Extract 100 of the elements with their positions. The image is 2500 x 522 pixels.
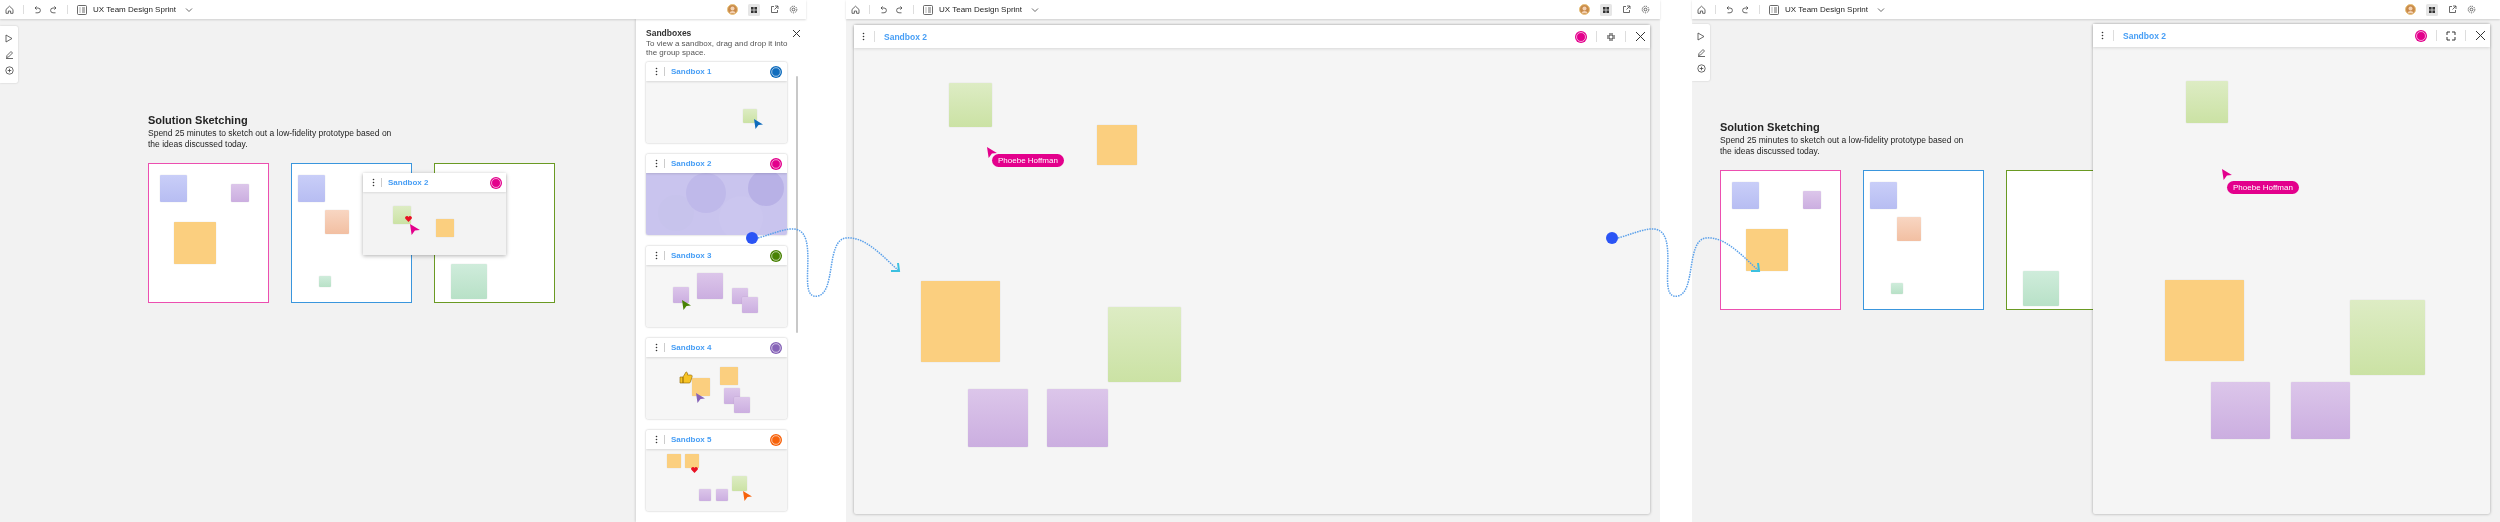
sandbox-card[interactable]: Sandbox 1 — [646, 62, 787, 143]
user-avatar[interactable] — [2405, 4, 2416, 15]
sticky-note — [1732, 182, 1759, 209]
home-icon[interactable] — [1697, 5, 1706, 14]
sticky-note — [2211, 382, 2270, 439]
undo-icon[interactable] — [1725, 5, 1733, 14]
sandbox-title: Sandbox 3 — [671, 251, 713, 260]
collapse-icon[interactable] — [1606, 31, 1616, 42]
sticky-note — [436, 219, 454, 237]
preview-title: Sandbox 2 — [388, 178, 430, 187]
sticky-note — [699, 489, 711, 501]
cursor-icon — [682, 300, 691, 310]
sticky-note — [716, 489, 728, 501]
redo-icon[interactable] — [896, 5, 904, 14]
panel-title: Sandboxes — [646, 28, 692, 38]
sticky-note — [1897, 217, 1921, 241]
sticky-note — [1047, 389, 1108, 447]
sandbox-title: Sandbox 4 — [671, 343, 713, 352]
share-icon[interactable] — [2448, 5, 2457, 14]
avatar-icon — [1575, 30, 1587, 43]
settings-icon[interactable] — [1641, 5, 1650, 14]
sticky-note — [319, 276, 331, 287]
sticky-note — [393, 206, 411, 224]
window-title: Sandbox 2 — [2123, 30, 2167, 41]
pointer-icon[interactable] — [1697, 31, 1705, 41]
cursor-icon — [743, 491, 752, 501]
sandbox-card[interactable]: Sandbox 2 — [646, 154, 787, 235]
user-avatar[interactable] — [727, 4, 738, 15]
pointer-icon[interactable] — [5, 33, 13, 43]
board-heading: Solution Sketching — [148, 114, 249, 127]
sandbox-title: Sandbox 2 — [671, 159, 713, 168]
share-icon[interactable] — [770, 5, 779, 14]
sticky-note — [720, 367, 738, 385]
home-icon[interactable] — [851, 5, 860, 14]
pen-icon[interactable] — [1696, 48, 1706, 57]
cursor-icon — [987, 147, 997, 158]
sticky-note — [1870, 182, 1897, 209]
sticky-note — [2023, 271, 2059, 306]
sticky-note — [2291, 382, 2350, 439]
settings-icon[interactable] — [2467, 5, 2476, 14]
window-title: Sandbox 2 — [884, 31, 928, 42]
sticky-note — [685, 454, 699, 468]
undo-icon[interactable] — [879, 5, 887, 14]
avatar-icon — [490, 176, 502, 189]
sandbox-card[interactable]: Sandbox 3 — [646, 246, 787, 327]
sticky-note — [692, 378, 710, 396]
close-icon[interactable] — [792, 28, 801, 38]
expand-icon[interactable] — [2446, 30, 2456, 41]
sticky-note — [1746, 229, 1788, 271]
sticky-note — [1803, 191, 1821, 209]
sandbox-card[interactable]: Sandbox 5 — [646, 430, 787, 511]
grid-icon[interactable] — [1600, 3, 1612, 16]
list-icon[interactable] — [923, 4, 933, 15]
sandbox-title: Sandbox 1 — [671, 67, 713, 76]
user-avatar[interactable] — [1579, 4, 1590, 15]
board-description: Spend 25 minutes to sketch out a low-fidelity prototype based on the ideas discussed today. — [1720, 135, 1965, 157]
cursor-icon — [410, 224, 420, 235]
sticky-note — [160, 175, 187, 202]
grid-icon[interactable] — [748, 3, 760, 16]
sticky-note — [734, 397, 750, 413]
close-icon[interactable] — [2475, 30, 2486, 41]
name-tag: Phoebe Hoffman — [2227, 181, 2299, 194]
grid-icon[interactable] — [2426, 3, 2438, 16]
settings-icon[interactable] — [789, 5, 798, 14]
close-icon[interactable] — [1635, 31, 1646, 42]
sticky-note — [742, 297, 758, 313]
sticky-note — [298, 175, 325, 202]
board-title[interactable]: UX Team Design Sprint — [93, 5, 176, 14]
sticky-note — [451, 264, 487, 299]
redo-icon[interactable] — [50, 5, 58, 14]
add-circle-icon[interactable] — [1696, 64, 1706, 74]
heart-icon — [691, 467, 698, 473]
avatar-icon — [2415, 29, 2427, 42]
sandbox-card[interactable]: Sandbox 4 — [646, 338, 787, 419]
pen-icon[interactable] — [4, 50, 14, 59]
cursor-icon — [696, 393, 705, 403]
share-icon[interactable] — [1622, 5, 1631, 14]
list-icon[interactable] — [77, 4, 87, 15]
cursor-icon — [754, 119, 763, 129]
sticky-note — [1097, 125, 1137, 165]
cursor-icon — [2222, 169, 2232, 180]
home-icon[interactable] — [5, 5, 14, 14]
sticky-note — [673, 287, 689, 303]
undo-icon[interactable] — [33, 5, 41, 14]
sticky-note — [325, 210, 349, 234]
panel-hint: To view a sandbox, drag and drop it into the group space. — [646, 39, 789, 57]
name-tag: Phoebe Hoffman — [992, 154, 1064, 167]
add-circle-icon[interactable] — [4, 66, 14, 76]
scrollbar[interactable] — [796, 76, 798, 333]
sticky-note — [231, 184, 249, 202]
heart-icon — [405, 216, 412, 222]
sandbox-preview-card[interactable]: Sandbox 2 — [363, 173, 506, 255]
sticky-note — [697, 273, 723, 299]
board-title[interactable]: UX Team Design Sprint — [939, 5, 1022, 14]
board-description: Spend 25 minutes to sketch out a low-fidelity prototype based on the ideas discussed today. — [148, 128, 393, 150]
board-title[interactable]: UX Team Design Sprint — [1785, 5, 1868, 14]
list-icon[interactable] — [1769, 4, 1779, 15]
sticky-note — [732, 476, 747, 491]
sticky-note — [667, 454, 681, 468]
redo-icon[interactable] — [1742, 5, 1750, 14]
